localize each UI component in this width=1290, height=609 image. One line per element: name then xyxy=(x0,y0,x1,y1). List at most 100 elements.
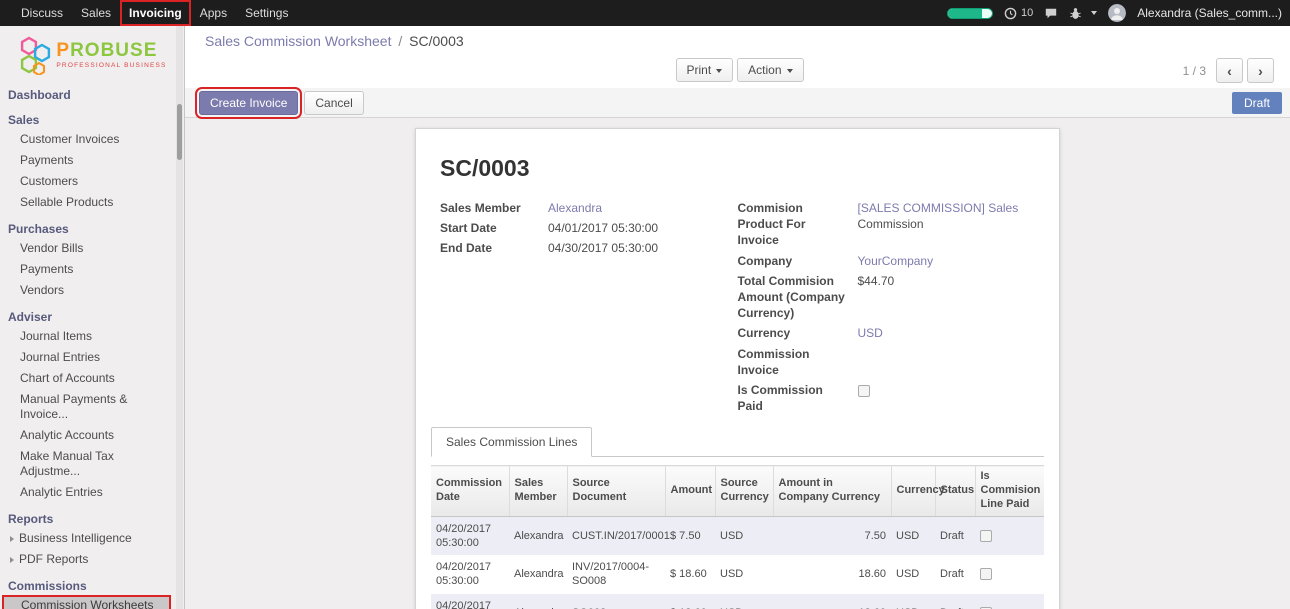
tab-sales-commission-lines[interactable]: Sales Commission Lines xyxy=(431,427,592,457)
cell-source-document: SO008 xyxy=(567,594,665,609)
sidebar-item-dashboard[interactable]: Dashboard xyxy=(0,85,184,104)
sidebar-item-journal-entries[interactable]: Journal Entries xyxy=(0,347,184,368)
cell-amount: $ 7.50 xyxy=(665,516,715,555)
sidebar-item-payments-sales[interactable]: Payments xyxy=(0,150,184,171)
sidebar-item-business-intelligence[interactable]: Business Intelligence xyxy=(0,528,184,549)
cell-currency: USD xyxy=(891,516,935,555)
sidebar-item-customer-invoices[interactable]: Customer Invoices xyxy=(0,129,184,150)
menu-invoicing[interactable]: Invoicing xyxy=(120,0,191,26)
is-commission-paid-checkbox[interactable] xyxy=(858,385,870,397)
pager: 1 / 3 ‹ › xyxy=(1183,58,1274,83)
sidebar-header-adviser[interactable]: Adviser xyxy=(0,307,184,326)
commission-product-link[interactable]: [SALES COMMISSION] Sales xyxy=(858,201,1019,215)
cell-currency: USD xyxy=(891,594,935,609)
sidebar-item-label: Business Intelligence xyxy=(19,531,132,545)
table-row[interactable]: 04/20/2017 10:35:53 Alexandra SO008 $ 18… xyxy=(431,594,1044,609)
cell-source-document: CUST.IN/2017/0001 xyxy=(567,516,665,555)
sidebar-header-reports[interactable]: Reports xyxy=(0,509,184,528)
action-dropdown[interactable]: Action xyxy=(737,58,803,82)
line-paid-checkbox[interactable] xyxy=(980,568,992,580)
sales-member-value[interactable]: Alexandra xyxy=(548,200,738,216)
secondary-menu: Dashboard Sales Customer Invoices Paymen… xyxy=(0,85,184,609)
sidebar-item-label: PDF Reports xyxy=(19,552,88,566)
menu-sales[interactable]: Sales xyxy=(72,0,120,26)
sidebar-item-manual-payments-invoice[interactable]: Manual Payments & Invoice... xyxy=(0,389,184,425)
col-header-amount[interactable]: Amount xyxy=(665,466,715,516)
cell-line-paid xyxy=(975,516,1044,555)
col-header-line-paid[interactable]: Is Commision Line Paid xyxy=(975,466,1044,516)
sidebar-item-customers[interactable]: Customers xyxy=(0,171,184,192)
currency-label: Currency xyxy=(738,325,858,341)
sidebar-item-vendor-bills[interactable]: Vendor Bills xyxy=(0,238,184,259)
company-logo: PROBUSE PROFESSIONAL BUSINESS xyxy=(0,26,184,85)
left-field-group: Sales Member Alexandra Start Date 04/01/… xyxy=(440,200,738,418)
cell-source-currency: USD xyxy=(715,555,773,594)
breadcrumb-current: SC/0003 xyxy=(409,33,463,49)
cell-amount-company: 7.50 xyxy=(773,516,891,555)
total-commission-value: $44.70 xyxy=(858,273,1036,322)
avatar[interactable] xyxy=(1108,4,1126,22)
sidebar-item-chart-of-accounts[interactable]: Chart of Accounts xyxy=(0,368,184,389)
brand-name: PROBUSE xyxy=(56,41,166,61)
sidebar-item-journal-items[interactable]: Journal Items xyxy=(0,326,184,347)
cell-source-currency: USD xyxy=(715,594,773,609)
sidebar-header-purchases[interactable]: Purchases xyxy=(0,219,184,238)
sidebar-section-adviser: Adviser Journal Items Journal Entries Ch… xyxy=(0,307,184,503)
pager-next-button[interactable]: › xyxy=(1247,58,1274,83)
end-date-value: 04/30/2017 05:30:00 xyxy=(548,240,738,256)
col-header-currency[interactable]: Currency xyxy=(891,466,935,516)
user-menu[interactable]: Alexandra (Sales_comm...) xyxy=(1137,6,1282,20)
notebook: Sales Commission Lines Commission Date S… xyxy=(431,426,1044,609)
breadcrumb-parent[interactable]: Sales Commission Worksheet xyxy=(205,33,391,49)
user-avatar-icon xyxy=(1108,4,1126,22)
app-window: Discuss Sales Invoicing Apps Settings 10… xyxy=(0,0,1290,609)
messages-button[interactable] xyxy=(1044,7,1058,20)
sidebar-header-sales[interactable]: Sales xyxy=(0,110,184,129)
line-paid-checkbox[interactable] xyxy=(980,530,992,542)
col-header-source-document[interactable]: Source Document xyxy=(567,466,665,516)
print-dropdown[interactable]: Print xyxy=(675,58,733,82)
sidebar-item-payments-purchases[interactable]: Payments xyxy=(0,259,184,280)
menu-apps[interactable]: Apps xyxy=(191,0,236,26)
cancel-button[interactable]: Cancel xyxy=(304,91,363,115)
sidebar-scrollbar[interactable] xyxy=(176,26,183,609)
sidebar-item-analytic-entries[interactable]: Analytic Entries xyxy=(0,482,184,503)
timer-indicator[interactable]: 10 xyxy=(1004,7,1033,20)
sidebar-item-vendors[interactable]: Vendors xyxy=(0,280,184,301)
table-row[interactable]: 04/20/2017 05:30:00 Alexandra CUST.IN/20… xyxy=(431,516,1044,555)
top-navbar: Discuss Sales Invoicing Apps Settings 10… xyxy=(0,0,1290,26)
bug-icon xyxy=(1069,7,1082,20)
debug-menu[interactable] xyxy=(1069,7,1097,20)
table-row[interactable]: 04/20/2017 05:30:00 Alexandra INV/2017/0… xyxy=(431,555,1044,594)
chevron-down-icon xyxy=(787,69,793,73)
app-menu: Discuss Sales Invoicing Apps Settings xyxy=(0,0,297,26)
col-header-sales-member[interactable]: Sales Member xyxy=(509,466,567,516)
currency-value[interactable]: USD xyxy=(858,325,1036,341)
scrollbar-thumb[interactable] xyxy=(177,104,182,160)
total-commission-label: Total Commision Amount (Company Currency… xyxy=(738,273,858,322)
sidebar-header-commissions[interactable]: Commissions xyxy=(0,576,184,595)
col-header-source-currency[interactable]: Source Currency xyxy=(715,466,773,516)
pager-previous-button[interactable]: ‹ xyxy=(1216,58,1243,83)
commission-product-value: [SALES COMMISSION] Sales Commission xyxy=(858,200,1036,249)
sidebar-item-make-manual-tax-adjustment[interactable]: Make Manual Tax Adjustme... xyxy=(0,446,184,482)
planner-progress-bar[interactable] xyxy=(947,8,993,19)
status-badge[interactable]: Draft xyxy=(1232,92,1282,114)
sidebar-item-commission-worksheets[interactable]: Commission Worksheets xyxy=(2,595,171,609)
col-header-status[interactable]: Status xyxy=(935,466,975,516)
sidebar-item-pdf-reports[interactable]: PDF Reports xyxy=(0,549,184,570)
control-panel-buttons: Print Action 1 / 3 ‹ › xyxy=(205,58,1274,84)
clock-icon xyxy=(1004,7,1017,20)
menu-settings[interactable]: Settings xyxy=(236,0,297,26)
company-value[interactable]: YourCompany xyxy=(858,253,1036,269)
table-header-row: Commission Date Sales Member Source Docu… xyxy=(431,466,1044,516)
form-view: SC/0003 Sales Member Alexandra Start Dat… xyxy=(185,128,1290,609)
sidebar-section-reports: Reports Business Intelligence PDF Report… xyxy=(0,509,184,570)
sidebar-item-sellable-products[interactable]: Sellable Products xyxy=(0,192,184,213)
timer-count: 10 xyxy=(1021,7,1033,19)
menu-discuss[interactable]: Discuss xyxy=(12,0,72,26)
create-invoice-button[interactable]: Create Invoice xyxy=(199,91,298,115)
sidebar-item-analytic-accounts[interactable]: Analytic Accounts xyxy=(0,425,184,446)
col-header-amount-company-currency[interactable]: Amount in Company Currency xyxy=(773,466,891,516)
col-header-commission-date[interactable]: Commission Date xyxy=(431,466,509,516)
